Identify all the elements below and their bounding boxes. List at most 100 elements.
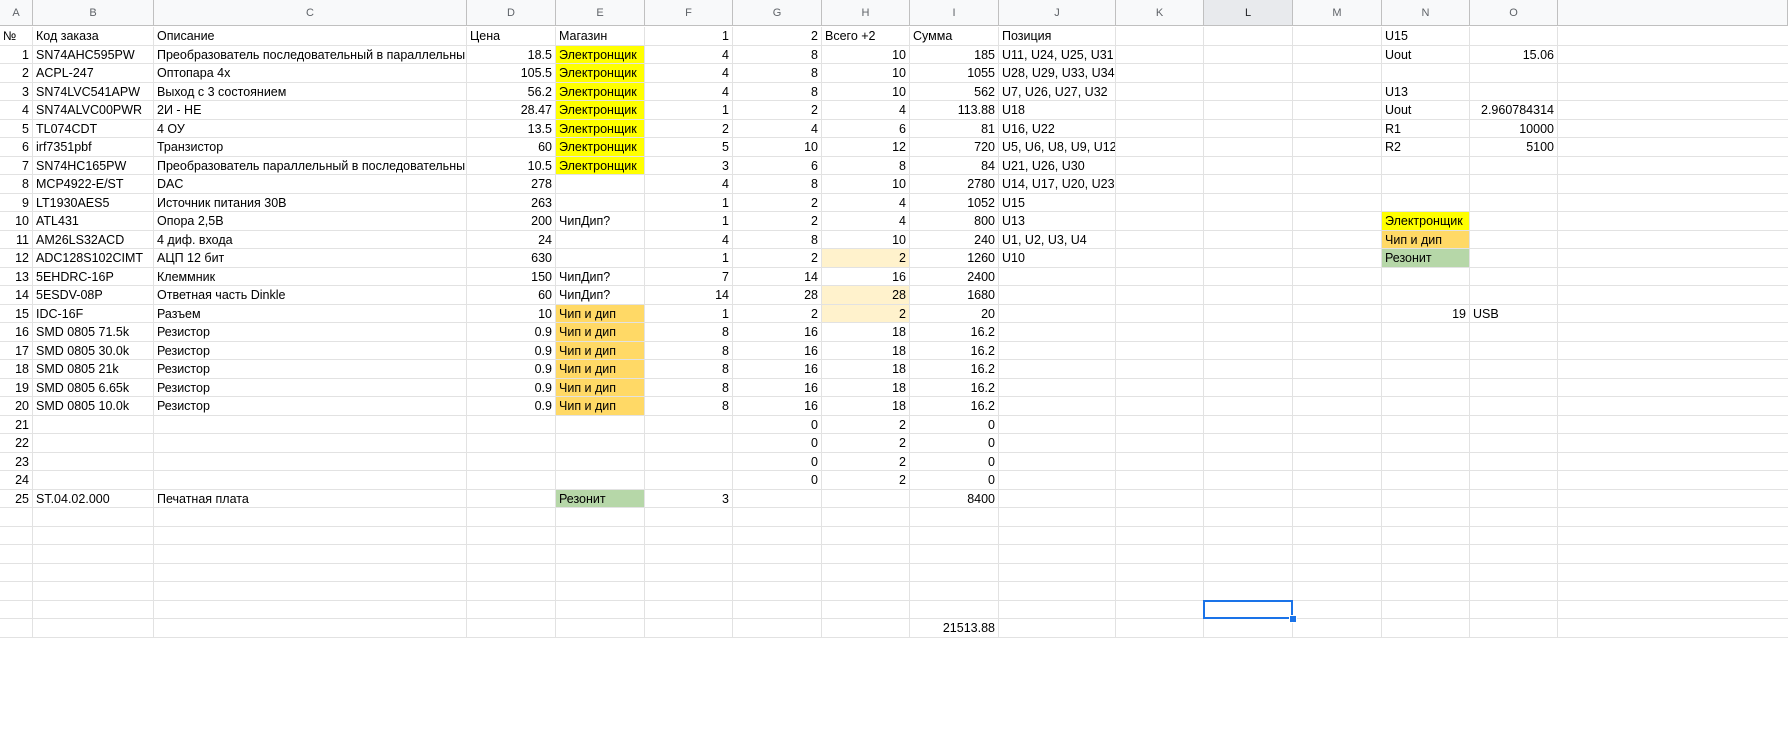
cell-a16[interactable]: 15	[0, 305, 33, 323]
cell-n1[interactable]: U15	[1382, 27, 1470, 46]
cell-a25[interactable]: 24	[0, 471, 33, 490]
cell-e17[interactable]: Чип и дип	[556, 323, 645, 342]
cell-d1[interactable]: Цена	[467, 27, 556, 46]
cell-c23[interactable]	[154, 434, 467, 453]
cell-j32[interactable]	[999, 601, 1116, 619]
cell-m2[interactable]	[1293, 46, 1382, 64]
cell-i12[interactable]: 240	[910, 231, 999, 249]
cell-g20[interactable]: 16	[733, 379, 822, 397]
cell-b7[interactable]: irf7351pbf	[33, 138, 154, 157]
cell-n10[interactable]	[1382, 194, 1470, 212]
cell-o19[interactable]	[1470, 360, 1558, 379]
cell-b10[interactable]: LT1930AES5	[33, 194, 154, 212]
cell-m11[interactable]	[1293, 212, 1382, 231]
cell-c5[interactable]: 2И - НЕ	[154, 101, 467, 120]
cell-h8[interactable]: 8	[822, 157, 910, 175]
cell-i32[interactable]	[910, 601, 999, 619]
cell-g3[interactable]: 8	[733, 64, 822, 83]
cell-i5[interactable]: 113.88	[910, 101, 999, 120]
cell-f26[interactable]: 3	[645, 490, 733, 508]
cell-j4[interactable]: U7, U26, U27, U32	[999, 83, 1116, 101]
cell-b22[interactable]	[33, 416, 154, 434]
cell-a27[interactable]	[0, 508, 33, 527]
cell-h21[interactable]: 18	[822, 397, 910, 416]
cell-o30[interactable]	[1470, 564, 1558, 582]
cell-l21[interactable]	[1204, 397, 1293, 416]
cell-a32[interactable]	[0, 601, 33, 619]
cell-c8[interactable]: Преобразователь параллельный в последова…	[154, 157, 467, 175]
cell-j28[interactable]	[999, 527, 1116, 545]
cell-d17[interactable]: 0.9	[467, 323, 556, 342]
cell-g28[interactable]	[733, 527, 822, 545]
cell-d27[interactable]	[467, 508, 556, 527]
cell-c3[interactable]: Оптопара 4х	[154, 64, 467, 83]
cell-n9[interactable]	[1382, 175, 1470, 194]
cell-e4[interactable]: Электронщик	[556, 83, 645, 101]
cell-g5[interactable]: 2	[733, 101, 822, 120]
cell-l2[interactable]	[1204, 46, 1293, 64]
cell-h19[interactable]: 18	[822, 360, 910, 379]
cell-l32[interactable]	[1204, 601, 1293, 619]
cell-i28[interactable]	[910, 527, 999, 545]
cell-b1[interactable]: Код заказа	[33, 27, 154, 46]
cell-n5[interactable]: Uout	[1382, 101, 1470, 120]
cell-f9[interactable]: 4	[645, 175, 733, 194]
cell-j30[interactable]	[999, 564, 1116, 582]
cell-m7[interactable]	[1293, 138, 1382, 157]
cell-k12[interactable]	[1116, 231, 1204, 249]
column-header-h[interactable]: H	[822, 0, 910, 26]
cell-n20[interactable]	[1382, 379, 1470, 397]
cell-b18[interactable]: SMD 0805 30.0k	[33, 342, 154, 360]
cell-f11[interactable]: 1	[645, 212, 733, 231]
cell-n15[interactable]	[1382, 286, 1470, 305]
cell-l7[interactable]	[1204, 138, 1293, 157]
cell-l3[interactable]	[1204, 64, 1293, 83]
cell-k27[interactable]	[1116, 508, 1204, 527]
cell-j3[interactable]: U28, U29, U33, U34	[999, 64, 1116, 83]
fill-handle[interactable]	[1289, 615, 1297, 623]
cell-m4[interactable]	[1293, 83, 1382, 101]
cell-g10[interactable]: 2	[733, 194, 822, 212]
cell-o22[interactable]	[1470, 416, 1558, 434]
cell-i4[interactable]: 562	[910, 83, 999, 101]
cell-d19[interactable]: 0.9	[467, 360, 556, 379]
cell-m17[interactable]	[1293, 323, 1382, 342]
cell-e14[interactable]: ЧипДип?	[556, 268, 645, 286]
cell-j13[interactable]: U10	[999, 249, 1116, 268]
cell-d5[interactable]: 28.47	[467, 101, 556, 120]
cell-k21[interactable]	[1116, 397, 1204, 416]
cell-o15[interactable]	[1470, 286, 1558, 305]
cell-c30[interactable]	[154, 564, 467, 582]
cell-f10[interactable]: 1	[645, 194, 733, 212]
cell-e6[interactable]: Электронщик	[556, 120, 645, 138]
cell-f2[interactable]: 4	[645, 46, 733, 64]
cell-n14[interactable]	[1382, 268, 1470, 286]
cell-k22[interactable]	[1116, 416, 1204, 434]
cell-g9[interactable]: 8	[733, 175, 822, 194]
cell-f28[interactable]	[645, 527, 733, 545]
cell-m27[interactable]	[1293, 508, 1382, 527]
cell-j5[interactable]: U18	[999, 101, 1116, 120]
cell-e8[interactable]: Электронщик	[556, 157, 645, 175]
cell-h7[interactable]: 12	[822, 138, 910, 157]
cell-n12[interactable]: Чип и дип	[1382, 231, 1470, 249]
cell-i24[interactable]: 0	[910, 453, 999, 471]
cell-m8[interactable]	[1293, 157, 1382, 175]
cell-d28[interactable]	[467, 527, 556, 545]
cell-a2[interactable]: 1	[0, 46, 33, 64]
cell-m21[interactable]	[1293, 397, 1382, 416]
cell-a24[interactable]: 23	[0, 453, 33, 471]
cell-j9[interactable]: U14, U17, U20, U23	[999, 175, 1116, 194]
cell-d14[interactable]: 150	[467, 268, 556, 286]
cell-b4[interactable]: SN74LVC541APW	[33, 83, 154, 101]
cell-b27[interactable]	[33, 508, 154, 527]
cell-f8[interactable]: 3	[645, 157, 733, 175]
cell-c27[interactable]	[154, 508, 467, 527]
cell-c12[interactable]: 4 диф. входа	[154, 231, 467, 249]
cell-j6[interactable]: U16, U22	[999, 120, 1116, 138]
cell-e32[interactable]	[556, 601, 645, 619]
cell-c10[interactable]: Источник питания 30В	[154, 194, 467, 212]
cell-m5[interactable]	[1293, 101, 1382, 120]
column-header-f[interactable]: F	[645, 0, 733, 26]
cell-m24[interactable]	[1293, 453, 1382, 471]
